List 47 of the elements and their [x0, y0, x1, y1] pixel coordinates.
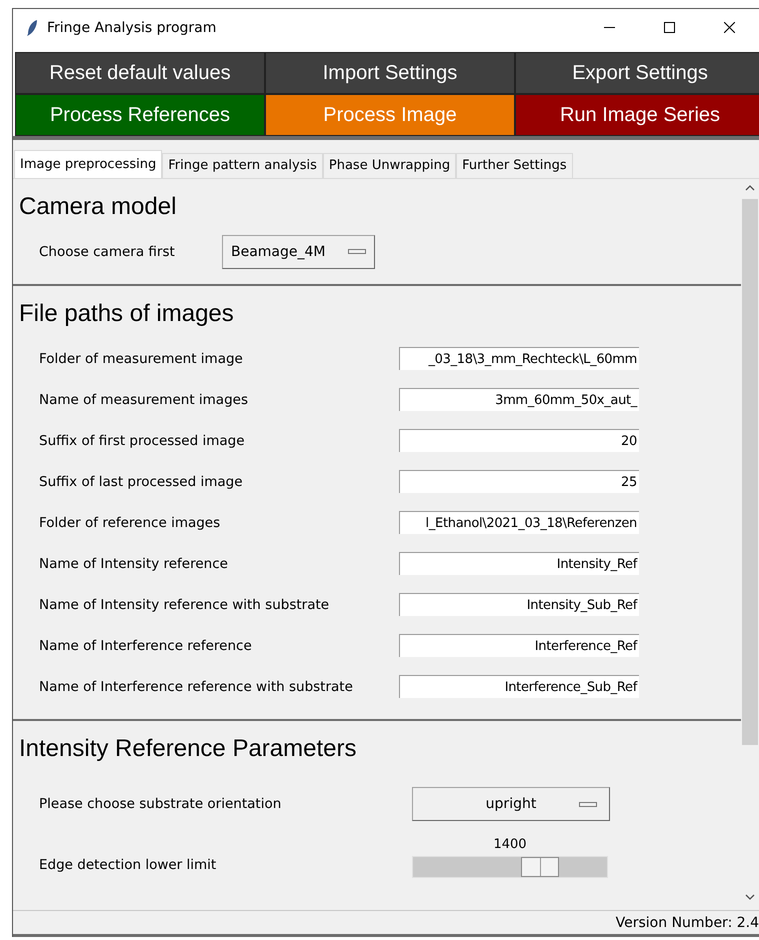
scroll-down-icon[interactable]	[745, 892, 755, 902]
input-field[interactable]: Interference_Ref	[399, 634, 639, 657]
field-label: Suffix of first processed image	[39, 432, 246, 448]
field-label: Name of measurement images	[39, 392, 249, 408]
input-field[interactable]: Intensity_Ref	[399, 552, 639, 575]
input-field[interactable]: 25	[399, 470, 639, 493]
tab[interactable]: Further Settings	[456, 153, 573, 178]
window-title: Fringe Analysis program	[47, 20, 218, 36]
scroll-up-icon[interactable]	[745, 183, 755, 193]
field-label: Suffix of last processed image	[39, 474, 244, 490]
dropdown[interactable]: upright	[412, 786, 610, 820]
input-field[interactable]: _03_18\3_mm_Rechteck\L_60mm	[399, 347, 639, 370]
action-button[interactable]: Process References	[15, 94, 265, 136]
action-button[interactable]: Export Settings	[515, 52, 759, 94]
close-icon[interactable]	[724, 22, 734, 33]
field-label: Folder of reference images	[39, 514, 222, 530]
field-label: Name of Interference reference	[39, 638, 253, 654]
field-label: Name of Intensity reference with substrate	[39, 596, 330, 612]
slider[interactable]	[412, 856, 608, 878]
scrollbar-thumb[interactable]	[742, 199, 758, 745]
input-field[interactable]: l_Ethanol\2021_03_18\Referenzen	[399, 511, 639, 534]
slider-value: 1400	[493, 837, 527, 852]
version-label: Version Number: 2.4	[616, 914, 759, 930]
field-label: Choose camera first	[39, 244, 176, 260]
tab[interactable]: Fringe pattern analysis	[162, 153, 323, 178]
field-label: Folder of measurement image	[39, 350, 244, 366]
section-title: File paths of images	[19, 300, 234, 328]
input-field[interactable]: 3mm_60mm_50x_aut_	[399, 388, 639, 411]
dropdown[interactable]: Beamage_4M	[222, 234, 374, 268]
option-menu-icon	[579, 802, 597, 806]
field-label: Name of Intensity reference	[39, 556, 229, 572]
tab[interactable]: Image preprocessing	[14, 150, 162, 178]
input-field[interactable]: Interference_Sub_Ref	[399, 675, 639, 698]
tab[interactable]: Phase Unwrapping	[322, 153, 456, 178]
section-title: Intensity Reference Parameters	[19, 735, 356, 763]
action-button[interactable]: Import Settings	[265, 52, 515, 94]
action-button[interactable]: Run Image Series	[515, 94, 759, 136]
section-title: Camera model	[19, 193, 176, 221]
input-field[interactable]: Intensity_Sub_Ref	[399, 593, 639, 616]
field-label: Name of Interference reference with substrate	[39, 678, 354, 694]
input-field[interactable]: 20	[399, 429, 639, 452]
option-menu-icon	[348, 249, 366, 254]
field-label: Please choose substrate orientation	[39, 796, 282, 812]
action-button[interactable]: Reset default values	[15, 52, 265, 94]
field-label: Edge detection lower limit	[39, 856, 218, 872]
maximize-icon[interactable]	[664, 22, 674, 33]
feather-icon	[25, 18, 39, 36]
